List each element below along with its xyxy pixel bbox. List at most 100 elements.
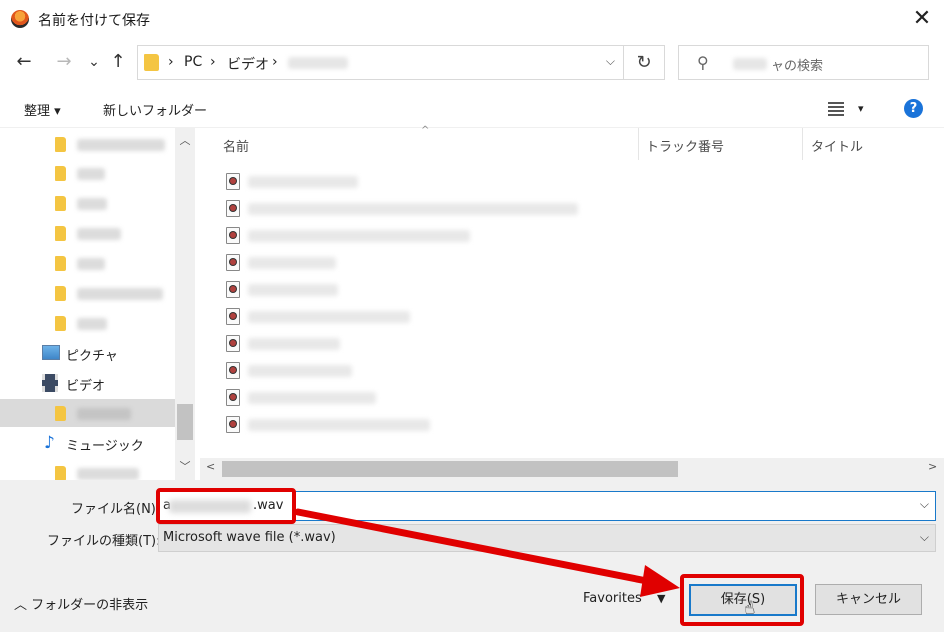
file-list-horizontal-scrollbar[interactable]: < > (200, 458, 944, 480)
folder-icon (55, 466, 66, 481)
forward-arrow-icon[interactable]: → (52, 48, 76, 76)
view-dropdown-icon[interactable]: ▾ (858, 102, 864, 115)
tree-item-blurred-folder[interactable] (0, 130, 175, 158)
column-header-track-number[interactable]: トラック番号 (646, 136, 724, 155)
list-item[interactable] (226, 385, 646, 411)
wav-file-icon (226, 254, 240, 271)
sort-ascending-icon: ^ (421, 125, 430, 136)
wav-file-icon (226, 308, 240, 325)
list-item[interactable] (226, 358, 646, 384)
wav-file-icon (226, 389, 240, 406)
tree-item-video[interactable]: ビデオ (0, 369, 175, 397)
column-header-title[interactable]: タイトル (811, 136, 863, 155)
wav-file-icon (226, 227, 240, 244)
recent-locations-chevron-icon[interactable]: ⌄ (82, 48, 106, 76)
filetype-dropdown-chevron-icon[interactable]: ⌵ (920, 530, 929, 545)
list-item[interactable] (226, 196, 646, 222)
new-folder-button[interactable]: 新しいフォルダー (103, 100, 207, 119)
breadcrumb-separator: › (210, 54, 216, 70)
favorites-dropdown-icon[interactable]: ▼ (657, 592, 665, 605)
tree-item-blurred-folder[interactable] (0, 189, 175, 217)
breadcrumb-separator: › (272, 54, 278, 70)
folder-icon (55, 406, 66, 421)
list-item[interactable] (226, 169, 646, 195)
scroll-down-chevron-icon[interactable]: ﹀ (175, 458, 195, 474)
navigation-pane-scrollbar[interactable]: ︿ ﹀ (175, 128, 195, 480)
scroll-left-chevron-icon[interactable]: < (206, 460, 215, 473)
list-item[interactable] (226, 277, 646, 303)
cancel-button[interactable]: キャンセル (815, 584, 922, 615)
file-list: ^ 名前 トラック番号 タイトル (196, 125, 944, 480)
tree-item-blurred-folder[interactable] (0, 309, 175, 337)
list-item[interactable] (226, 250, 646, 276)
tree-item-label: ビデオ (66, 379, 106, 394)
folder-icon (55, 196, 66, 211)
list-item[interactable] (226, 223, 646, 249)
annotation-highlight-save (680, 574, 804, 626)
breadcrumb-pc[interactable]: PC (184, 54, 202, 70)
scroll-up-chevron-icon[interactable]: ︿ (175, 132, 195, 148)
folder-icon (55, 137, 66, 152)
address-bar[interactable]: › PC › ビデオ › ⌵ (137, 45, 624, 80)
close-icon[interactable]: ✕ (902, 2, 942, 36)
up-arrow-icon[interactable]: ↑ (106, 48, 130, 76)
wav-file-icon (226, 416, 240, 433)
search-icon: ⚲ (697, 53, 709, 72)
refresh-icon[interactable]: ↻ (624, 45, 665, 80)
scrollbar-thumb[interactable] (177, 404, 193, 440)
search-blurred-text (733, 58, 767, 70)
wav-file-icon (226, 173, 240, 190)
hide-folders-button[interactable]: ︿ フォルダーの非表示 (14, 594, 148, 613)
scroll-right-chevron-icon[interactable]: > (928, 460, 937, 473)
list-item[interactable] (226, 304, 646, 330)
favorites-button[interactable]: Favorites (583, 591, 642, 606)
breadcrumb-blurred-folder[interactable] (288, 57, 348, 69)
wav-file-icon (226, 281, 240, 298)
folder-icon (55, 226, 66, 241)
window-title: 名前を付けて保存 (38, 13, 150, 29)
column-header-name[interactable]: 名前 (223, 136, 249, 155)
breadcrumb-video[interactable]: ビデオ (227, 54, 269, 74)
search-input[interactable]: ⚲ ャの検索 (678, 45, 929, 80)
filetype-select[interactable]: Microsoft wave file (*.wav) ⌵ (158, 524, 936, 552)
view-options-icon[interactable] (828, 100, 844, 116)
tree-item-label: ピクチャ (66, 349, 118, 364)
video-icon (42, 374, 58, 392)
filename-label: ファイル名(N): (71, 502, 161, 517)
wav-file-icon (226, 335, 240, 352)
organize-menu-button[interactable]: 整理 ▾ (24, 100, 61, 119)
filename-dropdown-chevron-icon[interactable]: ⌵ (920, 497, 929, 512)
wav-file-icon (226, 200, 240, 217)
folder-icon (55, 286, 66, 301)
tree-item-blurred-folder[interactable] (0, 219, 175, 247)
list-item[interactable] (226, 412, 646, 438)
tree-item-blurred-folder[interactable] (0, 279, 175, 307)
help-icon[interactable]: ? (904, 99, 923, 118)
pictures-icon (42, 345, 60, 360)
folder-icon (55, 256, 66, 271)
folder-icon (55, 316, 66, 331)
folder-icon (55, 166, 66, 181)
tree-item-pictures[interactable]: ピクチャ (0, 339, 175, 367)
breadcrumb-separator: › (168, 54, 174, 70)
list-item[interactable] (226, 331, 646, 357)
tree-item-selected-folder[interactable] (0, 399, 175, 427)
tree-item-blurred-folder[interactable] (0, 159, 175, 187)
filetype-selected-value: Microsoft wave file (*.wav) (163, 530, 336, 545)
back-arrow-icon[interactable]: ← (12, 48, 36, 76)
address-dropdown-chevron-icon[interactable]: ⌵ (606, 54, 615, 69)
navigation-pane: ピクチャ ビデオ ♪ ミュージック (0, 128, 195, 481)
tree-item-music[interactable]: ♪ ミュージック (0, 429, 175, 457)
scrollbar-thumb[interactable] (222, 461, 678, 477)
filetype-label: ファイルの種類(T): (47, 534, 161, 549)
folder-icon (144, 54, 159, 71)
title-bar: 名前を付けて保存 ✕ (0, 0, 944, 38)
fl-studio-app-icon (11, 10, 29, 28)
wav-file-icon (226, 362, 240, 379)
search-placeholder: ャの検索 (771, 59, 824, 74)
tree-item-label: ミュージック (66, 439, 144, 454)
tree-item-blurred-folder[interactable] (0, 249, 175, 277)
music-note-icon: ♪ (44, 433, 55, 453)
command-toolbar: 整理 ▾ 新しいフォルダー ▾ (0, 90, 944, 128)
annotation-highlight-filename (156, 488, 296, 524)
